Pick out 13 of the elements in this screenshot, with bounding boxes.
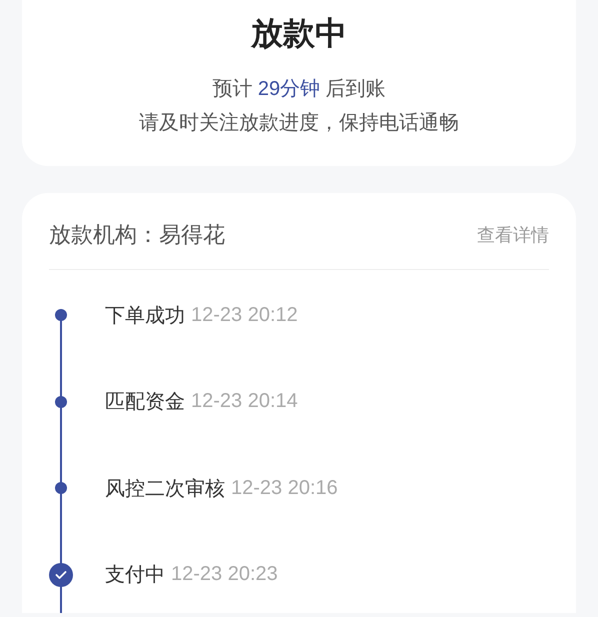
step-time: 12-23 20:23 <box>171 563 278 586</box>
step-title: 风控二次审核 <box>105 476 225 502</box>
step-time: 12-23 20:16 <box>231 476 338 500</box>
step-time: 12-23 20:12 <box>191 304 298 327</box>
step-title: 下单成功 <box>105 304 185 329</box>
details-link[interactable]: 查看详情 <box>477 223 549 247</box>
notice-text: 请及时关注放款进度，保持电话通畅 <box>139 111 459 136</box>
status-title: 放款中 <box>251 14 347 53</box>
arrival-estimate: 预计 29分钟 后到账 <box>212 77 386 102</box>
step-title: 支付中 <box>105 563 165 588</box>
lender-label: 放款机构：易得花 <box>49 221 225 249</box>
step-title: 匹配资金 <box>105 390 185 416</box>
step-time: 12-23 20:14 <box>191 390 298 414</box>
